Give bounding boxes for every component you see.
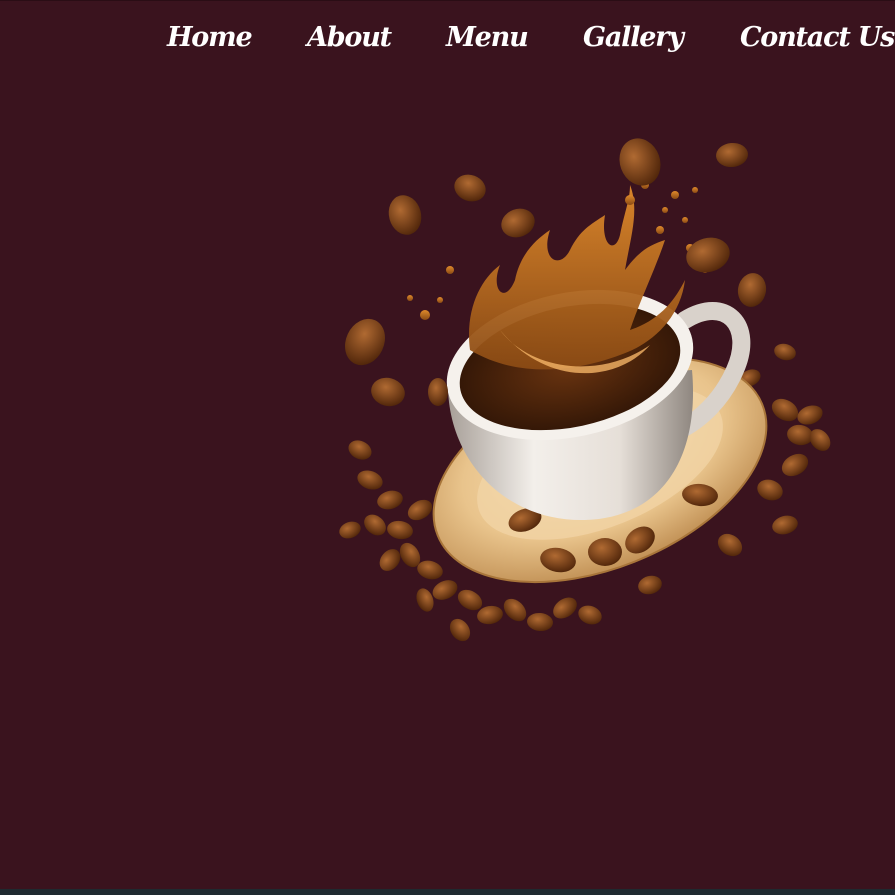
nav-link-contact-us[interactable]: Contact Us — [740, 22, 895, 53]
page-background: Home About Menu Gallery Contact Us — [0, 0, 895, 895]
nav-link-about[interactable]: About — [307, 22, 392, 53]
nav-link-home[interactable]: Home — [167, 22, 253, 53]
main-navbar: Home About Menu Gallery Contact Us — [0, 22, 895, 66]
nav-link-gallery[interactable]: Gallery — [583, 22, 684, 53]
nav-link-menu[interactable]: Menu — [446, 22, 529, 53]
bottom-strip — [0, 889, 895, 895]
coffee-cup-hero-image — [339, 138, 831, 642]
top-border — [0, 0, 895, 1]
